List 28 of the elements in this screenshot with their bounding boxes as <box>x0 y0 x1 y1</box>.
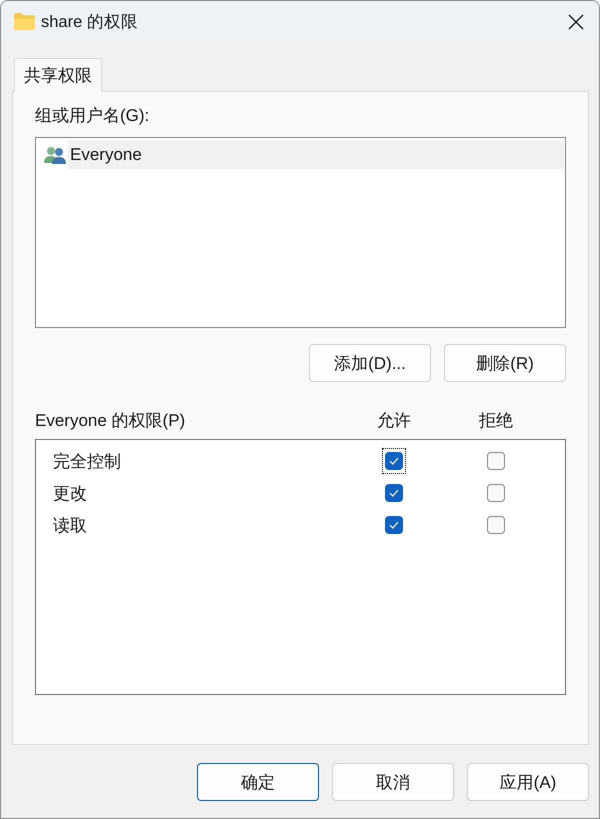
users-icon <box>44 146 66 164</box>
dialog-button[interactable]: 应用(A) <box>467 763 589 801</box>
group-list-label: 组或用户名(G): <box>35 106 150 126</box>
column-header: 允许 <box>377 411 411 431</box>
dialog-button[interactable]: 取消 <box>332 763 454 801</box>
checkmark-icon <box>389 457 399 465</box>
dialog-button[interactable]: 确定 <box>197 763 319 801</box>
close-icon <box>568 14 584 30</box>
checkmark-icon <box>389 489 399 497</box>
permission-name: 更改 <box>53 482 88 504</box>
checkbox[interactable] <box>385 452 403 470</box>
checkbox[interactable] <box>487 484 505 502</box>
checkbox[interactable] <box>385 484 403 502</box>
checkbox[interactable] <box>385 516 403 534</box>
tab[interactable]: 共享权限 <box>14 58 102 92</box>
group-button[interactable]: 添加(D)... <box>309 344 431 382</box>
group-list[interactable]: Everyone <box>35 137 566 328</box>
column-header: 拒绝 <box>479 411 513 431</box>
checkbox[interactable] <box>487 452 505 470</box>
checkmark-icon <box>389 521 399 529</box>
group-button[interactable]: 删除(R) <box>444 344 566 382</box>
permission-name: 读取 <box>53 514 88 536</box>
folder-icon <box>14 13 35 30</box>
checkbox[interactable] <box>487 516 505 534</box>
window-title: share 的权限 <box>41 12 138 32</box>
group-list-item[interactable]: Everyone <box>68 140 564 169</box>
permissions-label: Everyone 的权限(P) <box>35 411 186 431</box>
permission-name: 完全控制 <box>53 450 122 472</box>
